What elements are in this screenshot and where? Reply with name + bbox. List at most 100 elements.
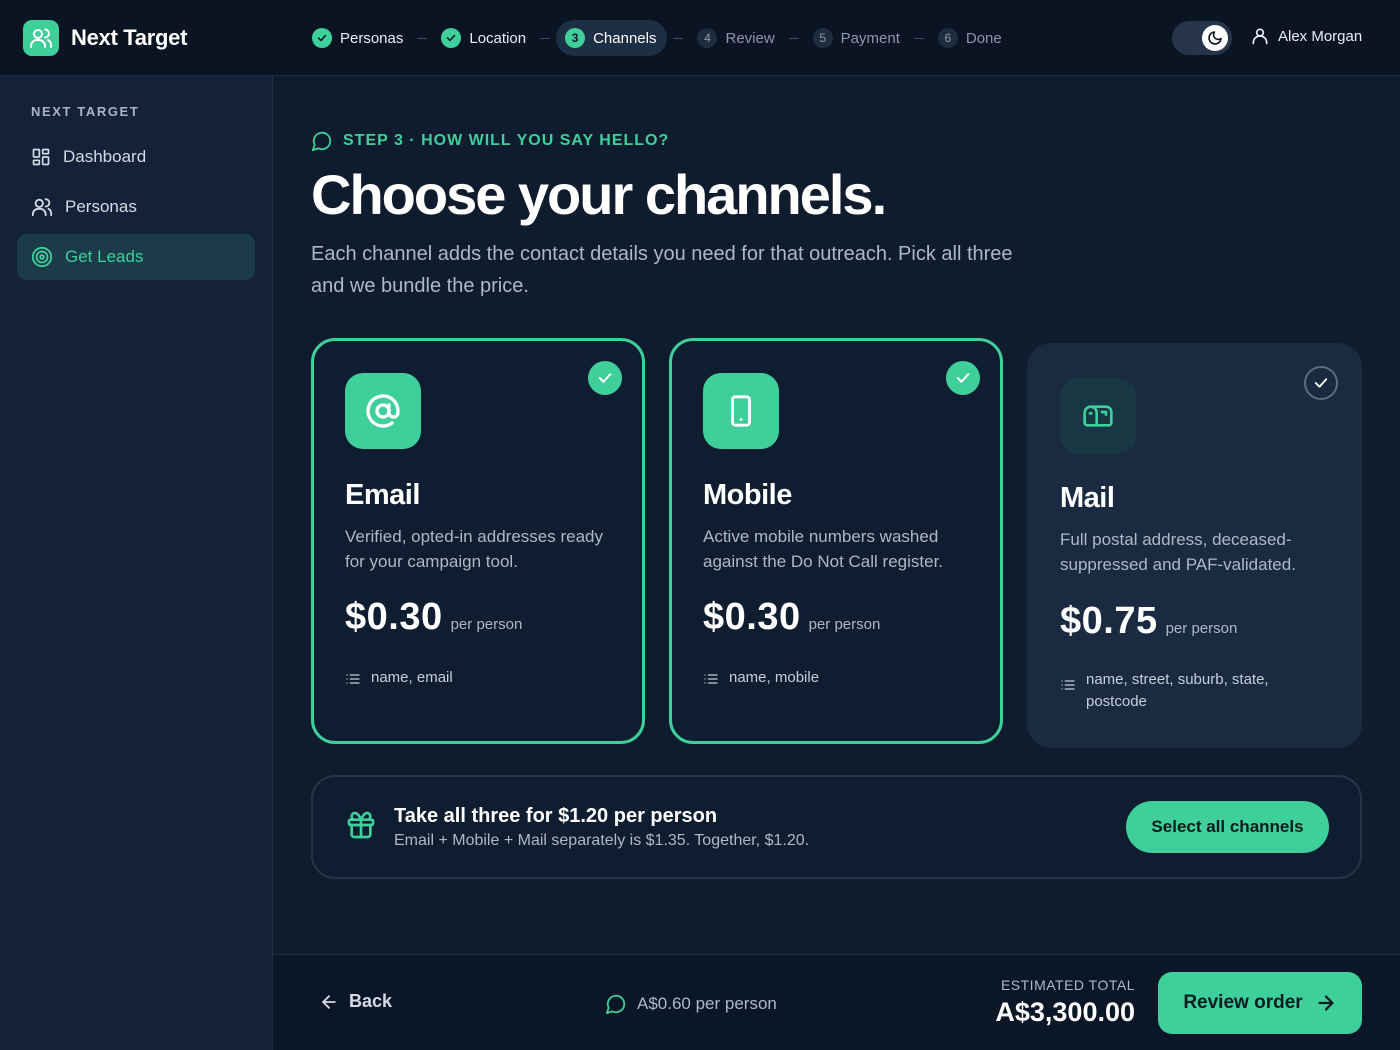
smartphone-icon: [703, 373, 779, 449]
page-title: Choose your channels.: [311, 163, 887, 226]
estimated-total-label: ESTIMATED TOTAL: [1000, 977, 1135, 993]
fields-text: name, street, suburb, state, postcode: [1086, 671, 1269, 710]
gift-icon: [345, 809, 377, 841]
sidebar-heading: NEXT TARGET: [31, 104, 140, 119]
check-icon: [1304, 366, 1338, 400]
back-label: Back: [349, 991, 393, 1011]
sidebar-item-label: Dashboard: [63, 147, 147, 166]
channel-description: Active mobile numbers washed against the…: [703, 527, 944, 571]
review-order-button[interactable]: Review order: [1158, 972, 1362, 1034]
page-subtitle: Each channel adds the contact details yo…: [311, 243, 1013, 297]
app-name: Next Target: [71, 25, 188, 50]
list-icon: [704, 674, 718, 684]
target-icon: [31, 246, 53, 268]
channel-description: Verified, opted-in addresses ready for y…: [345, 527, 603, 571]
step-channels[interactable]: 3 Channels: [556, 20, 668, 56]
select-all-channels-button[interactable]: Select all channels: [1126, 801, 1329, 853]
eyebrow-text: STEP 3 · HOW WILL YOU SAY HELLO?: [343, 132, 670, 149]
chat-bubble-icon: [605, 993, 627, 1015]
users-logo-icon: [23, 20, 59, 56]
step-label: Payment: [840, 29, 900, 47]
bundle-text: Email + Mobile + Mail separately is $1.3…: [394, 832, 810, 849]
check-icon: [441, 28, 462, 48]
step-separator: [417, 37, 428, 39]
theme-toggle[interactable]: [1172, 21, 1232, 55]
list-icon: [346, 674, 360, 684]
check-icon: [946, 361, 980, 395]
channel-price: $0.75 per person: [1060, 600, 1237, 643]
sidebar: NEXT TARGET Dashboard Personas Get Leads: [0, 76, 273, 1050]
channel-fields: name, email: [345, 667, 595, 689]
channel-fields: name, street, suburb, state, postcode: [1060, 669, 1310, 713]
step-label: Location: [469, 29, 527, 47]
sidebar-nav: Dashboard Personas Get Leads: [17, 134, 255, 284]
sidebar-item-personas[interactable]: Personas: [17, 184, 255, 230]
bundle-title: Take all three for $1.20 per person: [394, 805, 718, 827]
per-person-summary: A$0.60 per person: [605, 993, 777, 1015]
back-button[interactable]: Back: [319, 991, 392, 1012]
price-value: $0.30: [703, 596, 801, 638]
channel-price: $0.30 per person: [345, 596, 522, 639]
sidebar-item-dashboard[interactable]: Dashboard: [17, 134, 255, 180]
step-label: Channels: [593, 29, 657, 47]
step-review[interactable]: 4 Review: [689, 20, 782, 56]
channel-card-email[interactable]: Email Verified, opted-in addresses ready…: [311, 338, 645, 744]
user-menu[interactable]: Alex Morgan: [1250, 26, 1362, 46]
step-separator: [913, 37, 924, 39]
channel-card-mobile[interactable]: Mobile Active mobile numbers washed agai…: [669, 338, 1003, 744]
bundle-offer: Take all three for $1.20 per person Emai…: [311, 775, 1362, 879]
sidebar-item-label: Personas: [65, 197, 137, 216]
channel-description: Full postal address, deceased-suppressed…: [1060, 530, 1296, 574]
per-person-text: A$0.60 per person: [637, 994, 777, 1013]
price-value: $0.75: [1060, 600, 1158, 642]
step-number: 4: [697, 28, 718, 48]
arrow-left-icon: [319, 992, 339, 1012]
step-label: Review: [725, 29, 775, 47]
channel-name: Mail: [1060, 482, 1115, 514]
moon-icon: [1202, 25, 1228, 51]
check-icon: [312, 28, 332, 48]
sidebar-item-get-leads[interactable]: Get Leads: [17, 234, 255, 280]
step-separator: [788, 37, 799, 39]
users-icon: [31, 196, 53, 218]
sidebar-item-label: Get Leads: [65, 247, 144, 266]
check-icon: [588, 361, 622, 395]
channel-card-mail[interactable]: Mail Full postal address, deceased-suppr…: [1027, 343, 1362, 748]
price-value: $0.30: [345, 596, 443, 638]
estimated-total-value: A$3,300.00: [995, 997, 1135, 1027]
fields-text: name, mobile: [729, 669, 820, 686]
step-number: 3: [565, 28, 586, 48]
at-sign-icon: [345, 373, 421, 449]
step-label: Personas: [340, 29, 404, 47]
footer-bar: Back A$0.60 per person ESTIMATED TOTAL A…: [273, 954, 1400, 1050]
step-separator: [673, 37, 684, 39]
step-number: 6: [937, 28, 958, 48]
step-location[interactable]: Location: [433, 20, 534, 56]
step-separator: [540, 37, 551, 39]
step-eyebrow: STEP 3 · HOW WILL YOU SAY HELLO?: [311, 130, 669, 152]
top-bar: Next Target Personas Location 3 Channels…: [0, 0, 1400, 76]
brand[interactable]: Next Target: [23, 20, 187, 56]
list-icon: [1061, 680, 1075, 690]
step-label: Done: [965, 29, 1002, 47]
step-done[interactable]: 6 Done: [930, 20, 1010, 56]
step-number: 5: [812, 28, 833, 48]
channel-name: Email: [345, 479, 420, 511]
channel-fields: name, mobile: [703, 667, 953, 689]
chat-bubble-icon: [311, 130, 333, 152]
user-icon: [1250, 26, 1270, 46]
wizard-stepper: Personas Location 3 Channels 4 Review 5 …: [304, 20, 1010, 56]
fields-text: name, email: [371, 669, 453, 686]
step-personas[interactable]: Personas: [304, 20, 411, 56]
dashboard-icon: [31, 147, 51, 167]
channel-price: $0.30 per person: [703, 596, 880, 639]
review-order-label: Review order: [1183, 992, 1303, 1013]
user-name: Alex Morgan: [1278, 27, 1363, 45]
step-payment[interactable]: 5 Payment: [805, 20, 908, 56]
arrow-right-icon: [1315, 992, 1337, 1014]
price-unit: per person: [1165, 620, 1238, 637]
mailbox-icon: [1060, 378, 1136, 454]
channel-name: Mobile: [703, 479, 792, 511]
price-unit: per person: [808, 616, 881, 633]
price-unit: per person: [450, 616, 523, 633]
